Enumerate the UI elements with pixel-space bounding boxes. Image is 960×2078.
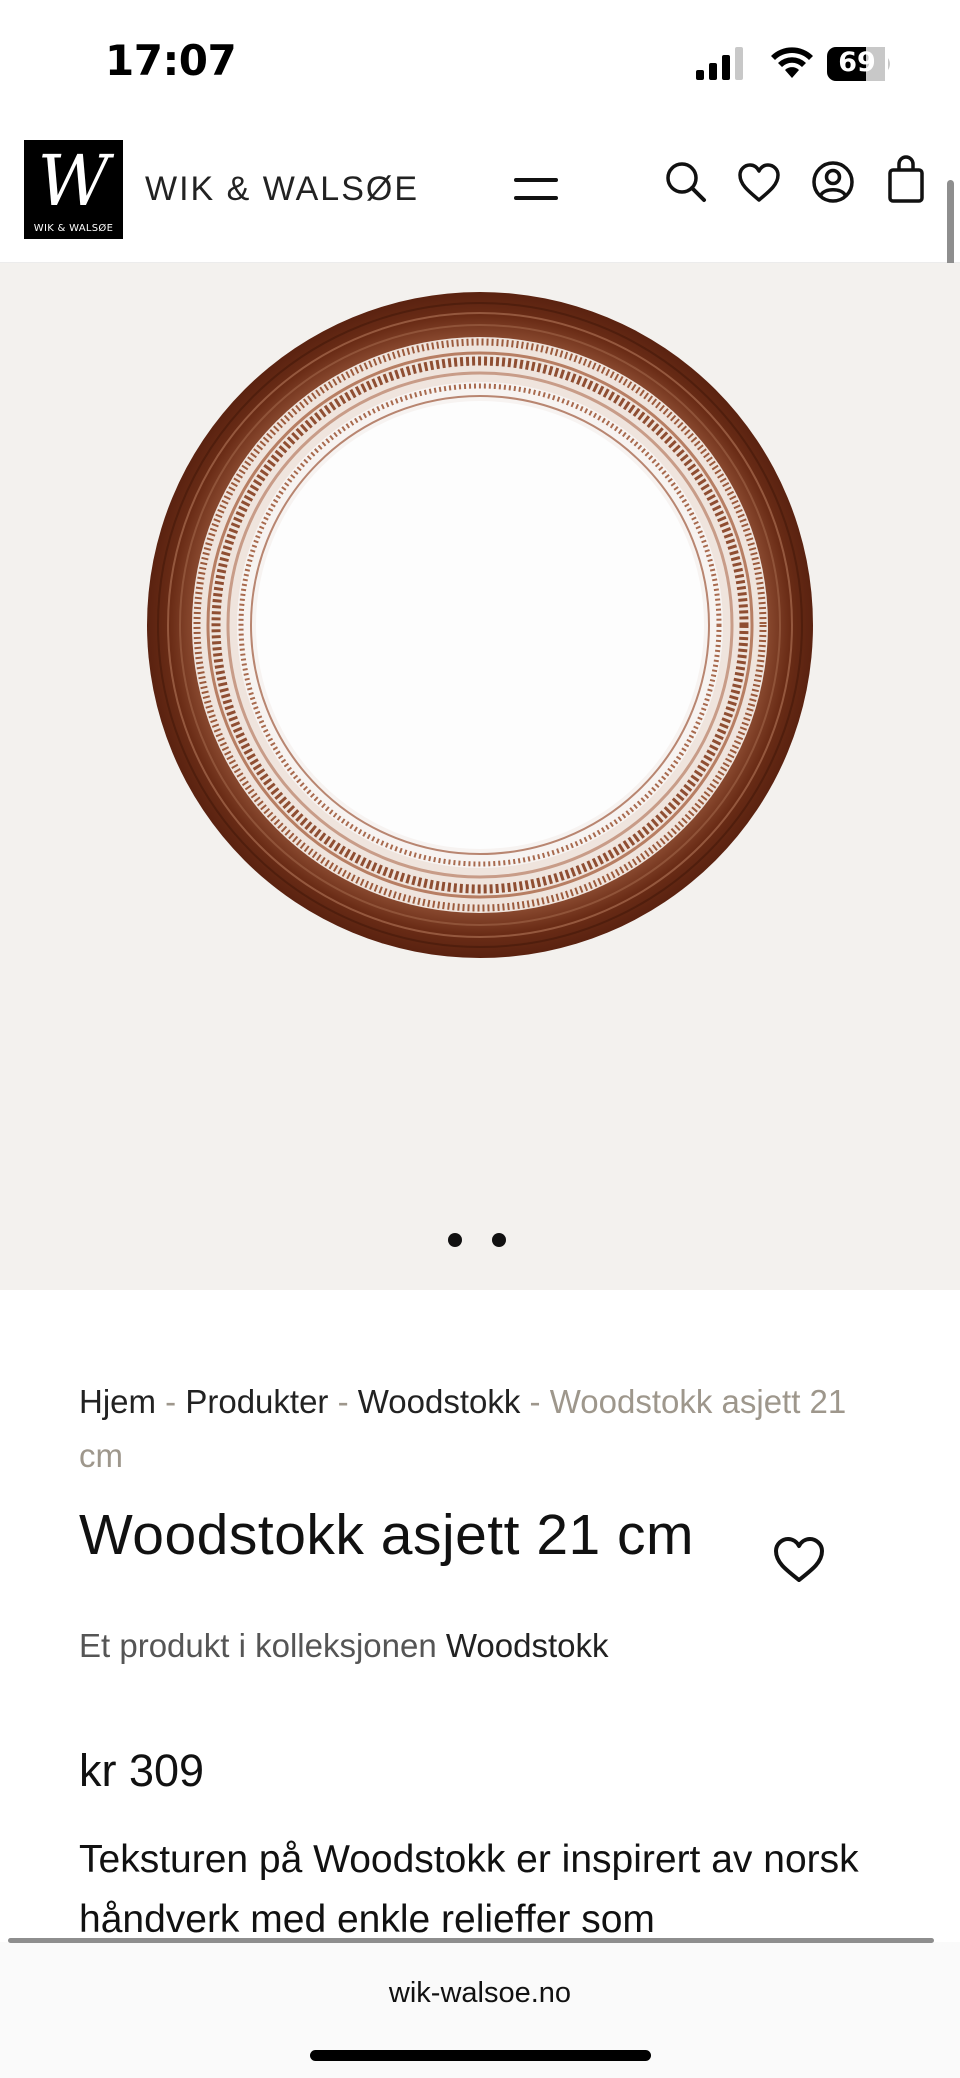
- wifi-icon: [771, 47, 813, 78]
- product-price: kr 309: [79, 1745, 205, 1796]
- status-bar: 17:07 69: [0, 0, 960, 130]
- breadcrumb-separator: -: [156, 1383, 186, 1420]
- breadcrumb: Hjem - Produkter - Woodstokk - Woodstokk…: [79, 1375, 879, 1483]
- heart-icon[interactable]: [737, 162, 781, 204]
- collection-link[interactable]: Woodstokk: [446, 1627, 609, 1664]
- brand-name[interactable]: WIK & WALSØE: [145, 170, 419, 209]
- product-description: Teksturen på Woodstokk er inspirert av n…: [79, 1838, 859, 1940]
- site-header: W WIK & WALSØE WIK & WALSØE: [0, 130, 960, 263]
- gallery-dot-1[interactable]: [448, 1233, 462, 1247]
- cart-icon[interactable]: [886, 154, 926, 204]
- breadcrumb-link-home[interactable]: Hjem: [79, 1383, 156, 1420]
- menu-icon[interactable]: [512, 175, 560, 205]
- browser-url[interactable]: wik-walsoe.no: [0, 1977, 960, 2010]
- account-icon[interactable]: [811, 160, 855, 204]
- logo-subtext: WIK & WALSØE: [33, 223, 114, 234]
- search-icon[interactable]: [664, 160, 708, 204]
- breadcrumb-link-products[interactable]: Produkter: [185, 1383, 328, 1420]
- collection-prefix: Et produkt i kolleksjonen: [79, 1627, 437, 1664]
- logo-letter: W: [37, 140, 110, 222]
- product-image-plate: [147, 292, 813, 958]
- logo[interactable]: W WIK & WALSØE: [24, 140, 123, 239]
- add-to-wishlist-heart-icon[interactable]: [773, 1536, 825, 1584]
- breadcrumb-separator: -: [328, 1383, 358, 1420]
- gallery-dot-2[interactable]: [492, 1233, 506, 1247]
- status-time: 17:07: [105, 36, 237, 85]
- breadcrumb-separator: -: [520, 1383, 550, 1420]
- product-title: Woodstokk asjett 21 cm: [79, 1503, 695, 1567]
- browser-bottom-bar: wik-walsoe.no: [0, 1938, 960, 2078]
- breadcrumb-link-collection[interactable]: Woodstokk: [358, 1383, 521, 1420]
- page-load-progress: [8, 1938, 934, 1943]
- home-indicator[interactable]: [310, 2050, 651, 2061]
- product-gallery[interactable]: [0, 263, 960, 1290]
- header-icons: [660, 155, 940, 220]
- collection-info: Et produkt i kolleksjonen Woodstokk: [79, 1627, 609, 1665]
- battery-level: 69: [838, 47, 876, 78]
- signal-icon: [696, 47, 743, 80]
